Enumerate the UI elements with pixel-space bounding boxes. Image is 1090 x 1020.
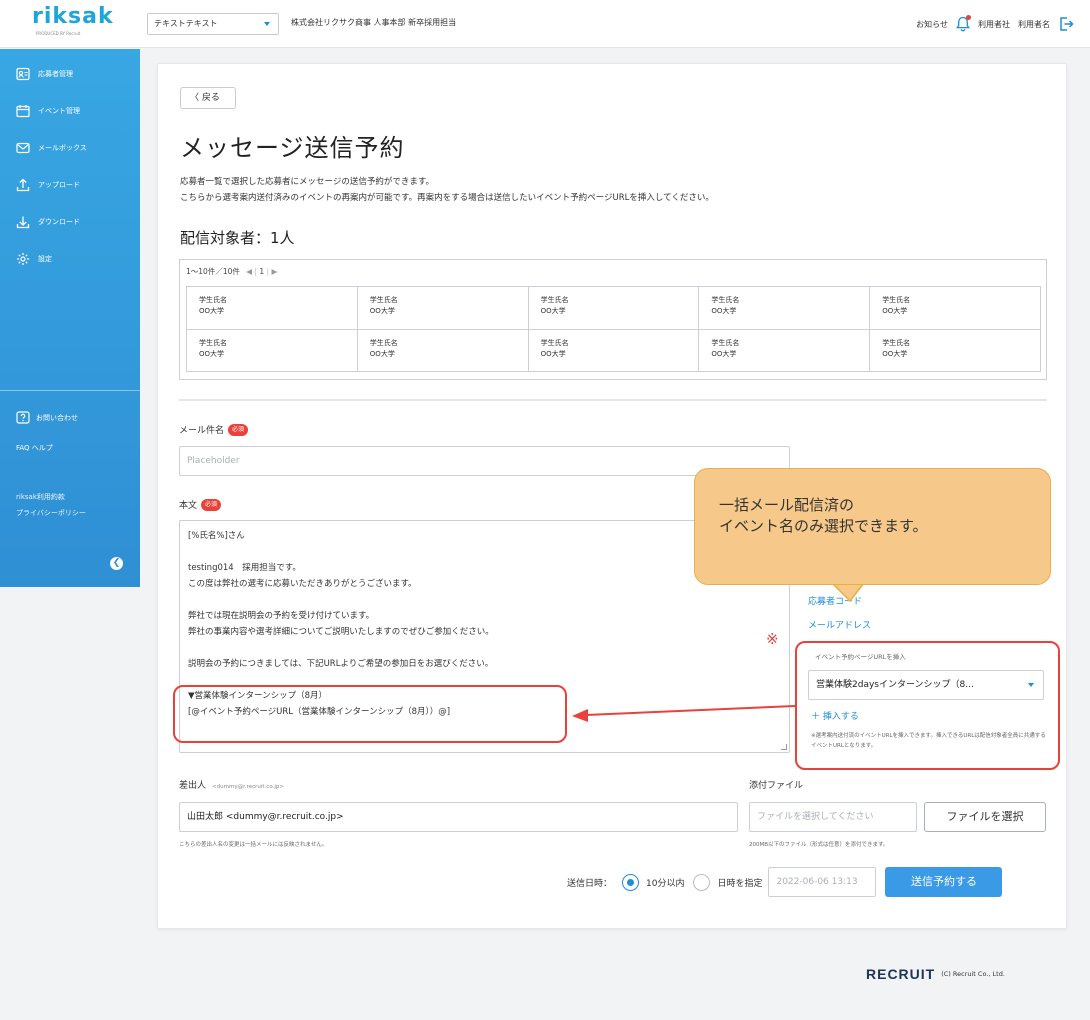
- tenant-select[interactable]: テキストテキスト: [147, 13, 279, 35]
- recipient-cell: 学生氏名 OO大学: [698, 287, 869, 329]
- next-page-icon[interactable]: ▶: [271, 267, 277, 276]
- bell-icon[interactable]: [956, 15, 971, 32]
- recipient-count: 配信対象者：1人: [180, 229, 295, 247]
- page-title: メッセージ送信予約: [180, 134, 405, 162]
- required-badge: 必須: [228, 423, 249, 436]
- user-name[interactable]: 利用者名: [1018, 19, 1050, 30]
- attach-file-input[interactable]: ファイルを選択してください: [749, 802, 917, 832]
- callout-bubble: 一括メール配信済の イベント名のみ選択できます。: [694, 468, 1051, 585]
- riksak-logo[interactable]: riksak PRODUCED BY Recruit: [32, 6, 132, 40]
- recipient-cell: 学生氏名 OO大学: [527, 287, 699, 329]
- datetime-input[interactable]: 2022-06-06 13:13: [768, 867, 877, 897]
- recipient-cell: 学生氏名 OO大学: [356, 330, 528, 371]
- notice-link[interactable]: お知らせ: [916, 19, 948, 30]
- table-row: 学生氏名 OO大学 学生氏名 OO大学 学生氏名 OO大学 学生氏名 OO大学 学生氏名…: [187, 329, 1040, 371]
- page-number[interactable]: 1: [259, 267, 264, 276]
- recipient-table-box: 1〜10件／10件 ◀ | 1 | ▶ 学生氏名 OO大学 学生氏名 OO大学 学生…: [179, 259, 1047, 380]
- sidebar-item-faq[interactable]: FAQ ヘルプ: [0, 433, 140, 463]
- recipient-grid: 学生氏名 OO大学 学生氏名 OO大学 学生氏名 OO大学 学生氏名 OO大学 学生氏名…: [186, 286, 1041, 372]
- logout-icon[interactable]: [1058, 16, 1074, 32]
- attach-note: 200MB以下のファイル（形式は任意）を添付できます。: [749, 842, 889, 848]
- sender-label: 差出人 <dummy@r.recruit.co.jp>: [179, 781, 284, 791]
- required-badge: 必須: [201, 498, 222, 511]
- sidebar: 応募者管理 イベント管理 メールボックス アップロード ダウンロード 設定 お問…: [0, 49, 140, 587]
- privacy-link[interactable]: プライバシーポリシー: [0, 505, 140, 521]
- sender-note: こちらの差出人名の変更は一括メールには反映されません。: [179, 842, 328, 848]
- choose-file-button[interactable]: ファイルを選択: [924, 802, 1046, 832]
- sidebar-item-events[interactable]: イベント管理: [0, 92, 140, 129]
- schedule-send-button[interactable]: 送信予約する: [885, 867, 1003, 897]
- section-divider: [179, 399, 1047, 401]
- body-label: 本文 必須: [179, 498, 222, 511]
- sender-input[interactable]: 山田太郎 <dummy@r.recruit.co.jp>: [179, 802, 738, 832]
- terms-link[interactable]: riksak利用約款: [0, 489, 140, 505]
- sidebar-item-upload[interactable]: アップロード: [0, 166, 140, 203]
- within-10min-radio[interactable]: [622, 873, 640, 891]
- recipient-cell: 学生氏名 OO大学: [527, 330, 699, 371]
- sidebar-item-applicants[interactable]: 応募者管理: [0, 55, 140, 92]
- prev-page-icon[interactable]: ◀: [246, 267, 252, 276]
- copyright: (C) Recruit Co., Ltd.: [941, 970, 1005, 978]
- sidebar-item-settings[interactable]: 設定: [0, 240, 140, 277]
- attach-label: 添付ファイル: [749, 781, 804, 791]
- recipient-cell: 学生氏名 OO大学: [199, 339, 227, 358]
- highlight-box-event-url: [795, 641, 1060, 770]
- footer: RECRUIT (C) Recruit Co., Ltd.: [866, 966, 1005, 982]
- recipient-cell: 学生氏名 OO大学: [199, 296, 227, 315]
- question-icon: [16, 411, 30, 425]
- applicant-icon: [16, 67, 30, 81]
- recruit-logo: RECRUIT: [866, 966, 936, 982]
- sidebar-item-mailbox[interactable]: メールボックス: [0, 129, 140, 166]
- collapse-sidebar-icon[interactable]: ❮: [110, 557, 123, 570]
- recipient-cell: 学生氏名 OO大学: [698, 330, 869, 371]
- download-icon: [16, 215, 30, 229]
- notification-badge: [966, 15, 971, 20]
- subject-label: メール件名 必須: [179, 423, 249, 436]
- page-description: 応募者一覧で選択した応募者にメッセージの送信予約ができます。 こちらから選考案内…: [180, 177, 714, 203]
- recipient-cell: 学生氏名 OO大学: [356, 287, 528, 329]
- insert-email-link[interactable]: メールアドレス: [808, 618, 871, 631]
- mail-icon: [16, 141, 30, 155]
- chevron-down-icon: [264, 22, 270, 26]
- send-time-row: 送信日時： 10分以内 日時を指定 2022-06-06 13:13 送信予約す…: [567, 867, 1003, 897]
- recipient-cell: 学生氏名 OO大学: [869, 287, 1040, 329]
- specify-datetime-radio[interactable]: [693, 873, 711, 891]
- sidebar-item-contact[interactable]: お問い合わせ: [0, 403, 140, 433]
- back-button[interactable]: 〈 戻る: [180, 87, 236, 109]
- calendar-icon: [16, 104, 30, 118]
- resize-handle[interactable]: [781, 744, 787, 750]
- company-user: 利用者社: [978, 19, 1010, 29]
- send-time-label: 送信日時：: [567, 878, 613, 889]
- insert-applicant-code-link[interactable]: 応募者コード: [808, 594, 862, 607]
- highlight-box-body-url: [173, 685, 567, 743]
- pager: 1〜10件／10件 ◀ | 1 | ▶: [186, 267, 278, 276]
- upload-icon: [16, 178, 30, 192]
- company-name: 株式会社リクサク商事 人事本部 新卒採用担当: [291, 18, 457, 27]
- gear-icon: [16, 252, 30, 266]
- header-bar: riksak PRODUCED BY Recruit テキストテキスト 株式会社…: [0, 0, 1090, 48]
- table-row: 学生氏名 OO大学 学生氏名 OO大学 学生氏名 OO大学 学生氏名 OO大学 学生氏名…: [187, 287, 1040, 329]
- sidebar-item-download[interactable]: ダウンロード: [0, 203, 140, 240]
- note-mark: ※: [766, 630, 779, 648]
- sidebar-divider: [0, 390, 140, 391]
- recipient-cell: 学生氏名 OO大学: [869, 330, 1040, 371]
